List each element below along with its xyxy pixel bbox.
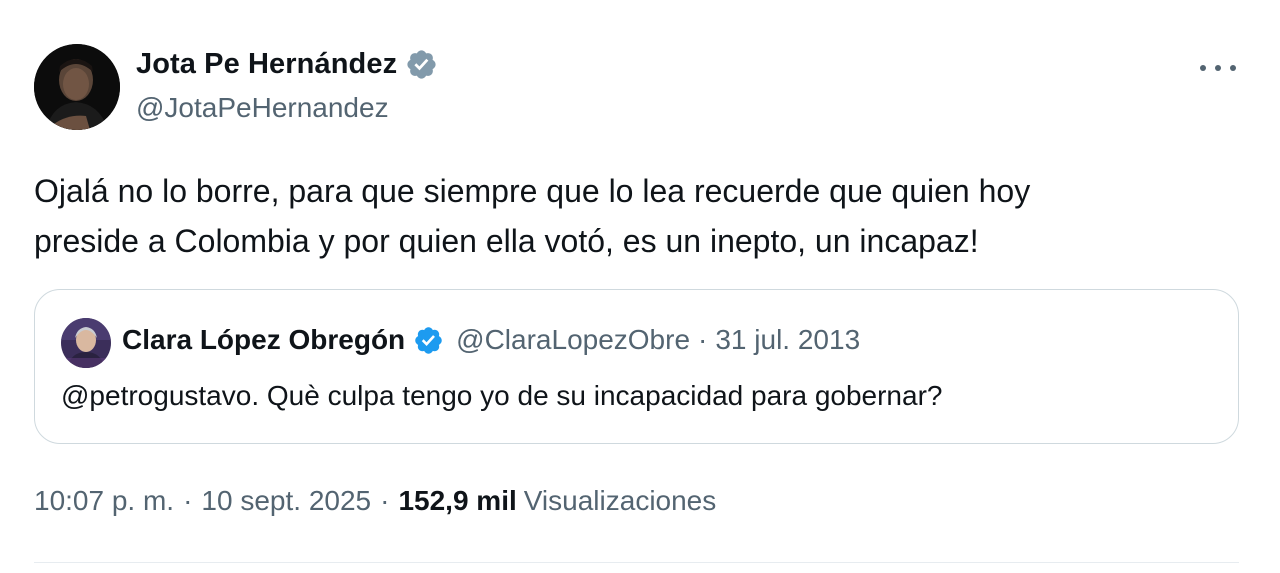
views-label: Visualizaciones (523, 485, 717, 516)
divider (34, 562, 1239, 563)
quoted-tweet-text: @petrogustavo. Què culpa tengo yo de su … (61, 380, 943, 411)
tweet-meta: 10:07 p. m. · 10 sept. 2025 · 152,9 mil … (34, 485, 716, 517)
more-dot (1215, 65, 1221, 71)
author-display-name[interactable]: Jota Pe Hernández (136, 48, 397, 81)
meta-separator: · (183, 485, 193, 516)
quoted-header: Clara López Obregón @ClaraLopezObre · 31… (122, 324, 860, 356)
tweet-text: Ojalá no lo borre, para que siempre que … (34, 173, 1031, 259)
author-handle[interactable]: @JotaPeHernandez (136, 92, 389, 124)
views-count: 152,9 mil (398, 485, 517, 516)
author-name-row[interactable]: Jota Pe Hernández (136, 48, 438, 81)
tweet-time[interactable]: 10:07 p. m. (34, 485, 174, 517)
more-options-icon[interactable] (1200, 56, 1236, 80)
verified-badge-icon (415, 326, 442, 354)
meta-separator: · (380, 485, 390, 516)
quoted-author-photo (61, 318, 111, 368)
quoted-display-name[interactable]: Clara López Obregón (122, 324, 405, 356)
quoted-separator: · (698, 324, 708, 355)
more-dot (1230, 65, 1236, 71)
verified-badge-icon (407, 50, 436, 79)
tweet-date[interactable]: 10 sept. 2025 (201, 485, 371, 517)
author-avatar[interactable] (34, 44, 120, 130)
quoted-author-avatar[interactable] (61, 318, 111, 368)
quoted-handle[interactable]: @ClaraLopezObre (456, 324, 690, 356)
more-dot (1200, 65, 1206, 71)
author-photo (34, 44, 120, 130)
quoted-date[interactable]: 31 jul. 2013 (715, 324, 860, 356)
quoted-tweet-card[interactable]: Clara López Obregón @ClaraLopezObre · 31… (34, 289, 1239, 444)
